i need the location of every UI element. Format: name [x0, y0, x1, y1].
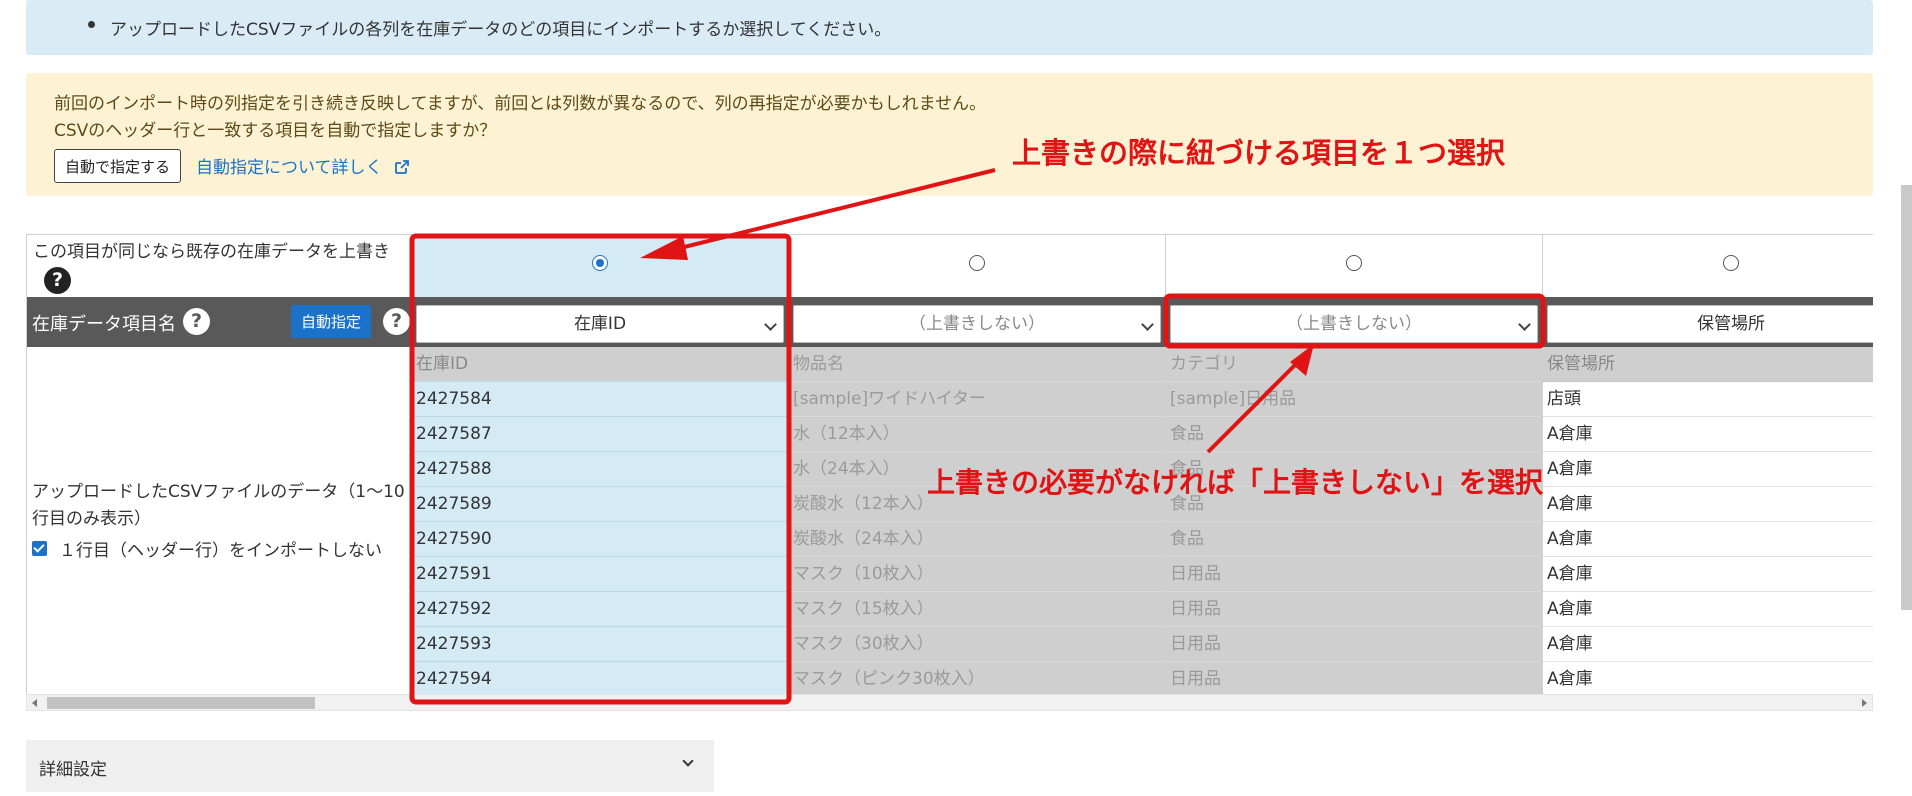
chevron-down-icon: [1141, 318, 1154, 331]
table-cell: 食品: [1166, 522, 1542, 557]
overwrite-radio[interactable]: [592, 255, 608, 271]
table-cell: マスク（ピンク30枚入）: [789, 662, 1165, 694]
overwrite-radio-cell[interactable]: [789, 235, 1165, 297]
table-cell: マスク（30枚入）: [789, 627, 1165, 662]
skip-header-checkbox-row[interactable]: １行目（ヘッダー行）をインポートしない: [32, 536, 382, 561]
annotation-select-one: 上書きの際に紐づける項目を１つ選択: [1012, 136, 1506, 170]
table-cell: 店頭: [1543, 382, 1873, 417]
item-select[interactable]: 在庫ID: [416, 305, 784, 343]
overwrite-radio[interactable]: [1723, 255, 1739, 271]
auto-assign-help-link[interactable]: 自動指定について詳しく: [196, 153, 410, 180]
table-cell: A倉庫: [1543, 627, 1873, 662]
table-cell: 2427587: [412, 417, 788, 452]
table-cell: A倉庫: [1543, 557, 1873, 592]
table-cell: A倉庫: [1543, 522, 1873, 557]
warning-line-1: 前回のインポート時の列指定を引き続き反映してますが、前回とは列数が異なるので、列…: [54, 94, 987, 114]
overwrite-label: この項目が同じなら既存の在庫データを上書き: [33, 242, 390, 262]
item-name-header: 在庫データ項目名 ? 自動指定 ?: [27, 297, 412, 347]
table-cell: マスク（15枚入）: [789, 592, 1165, 627]
auto-assign-button[interactable]: 自動で指定する: [54, 149, 181, 183]
info-text: アップロードしたCSVファイルの各列を在庫データのどの項目にインポートするか選択…: [110, 20, 892, 40]
item-select[interactable]: （上書きしない）: [1170, 305, 1538, 343]
table-cell: 2427592: [412, 592, 788, 627]
item-select[interactable]: （上書きしない）: [793, 305, 1161, 343]
table-cell: 物品名: [789, 347, 1165, 382]
table-cell: 2427594: [412, 662, 788, 694]
overwrite-radio-cell[interactable]: [1166, 235, 1542, 297]
item-select-value: （上書きしない）: [1286, 314, 1422, 334]
overwrite-radio[interactable]: [1346, 255, 1362, 271]
item-select-value: （上書きしない）: [909, 314, 1045, 334]
table-cell: カテゴリ: [1166, 347, 1542, 382]
table-cell: A倉庫: [1543, 452, 1873, 487]
table-cell: [sample]ワイドハイター: [789, 382, 1165, 417]
scrollbar-thumb[interactable]: [47, 697, 315, 709]
advanced-settings-title: 詳細設定: [39, 760, 107, 780]
mapping-column-1: 在庫ID 在庫ID 2427584 2427587 2427588 242758…: [411, 235, 788, 694]
table-cell: 保管場所: [1543, 347, 1873, 382]
external-link-icon: [394, 159, 410, 180]
table-cell: 2427589: [412, 487, 788, 522]
table-cell: A倉庫: [1543, 487, 1873, 522]
table-cell: A倉庫: [1543, 662, 1873, 694]
table-cell: A倉庫: [1543, 417, 1873, 452]
table-cell: マスク（10枚入）: [789, 557, 1165, 592]
table-cell: 2427591: [412, 557, 788, 592]
warning-line-2: CSVのヘッダー行と一致する項目を自動で指定しますか？: [54, 121, 497, 141]
item-select-value: 在庫ID: [573, 314, 627, 334]
auto-assign-help-link-text: 自動指定について詳しく: [196, 158, 383, 178]
table-cell: 2427590: [412, 522, 788, 557]
table-cell: 在庫ID: [412, 347, 788, 382]
annotation-no-overwrite: 上書きの必要がなければ「上書きしない」を選択: [927, 466, 1544, 499]
warning-message: 前回のインポート時の列指定を引き続き反映してますが、前回とは列数が異なるので、列…: [26, 73, 1873, 196]
info-message: アップロードしたCSVファイルの各列を在庫データのどの項目にインポートするか選択…: [26, 0, 1873, 55]
overwrite-radio-cell[interactable]: [412, 235, 788, 297]
scroll-right-icon[interactable]: [1862, 699, 1867, 707]
skip-header-checkbox[interactable]: [32, 541, 47, 556]
chevron-down-icon: [764, 318, 777, 331]
table-cell: 炭酸水（24本入）: [789, 522, 1165, 557]
question-icon[interactable]: ?: [383, 308, 410, 335]
chevron-down-icon: [682, 755, 694, 767]
auto-spec-button[interactable]: 自動指定: [291, 305, 371, 338]
advanced-settings-toggle[interactable]: 詳細設定: [26, 740, 714, 792]
row-label-column: この項目が同じなら既存の在庫データを上書き ? 在庫データ項目名 ? 自動指定 …: [26, 235, 412, 694]
table-cell: 日用品: [1166, 592, 1542, 627]
question-icon[interactable]: ?: [183, 308, 210, 335]
item-select[interactable]: 保管場所: [1547, 305, 1873, 343]
table-cell: 日用品: [1166, 662, 1542, 694]
scroll-left-icon[interactable]: [32, 699, 37, 707]
table-cell: 水（12本入）: [789, 417, 1165, 452]
table-cell: 2427584: [412, 382, 788, 417]
column-header: （上書きしない）: [789, 297, 1165, 347]
horizontal-scrollbar[interactable]: [26, 694, 1873, 711]
item-select-value: 保管場所: [1697, 314, 1765, 334]
table-cell: 2427588: [412, 452, 788, 487]
table-cell: 食品: [1166, 417, 1542, 452]
mapping-column-4: 保管場所 保管場所 店頭 A倉庫 A倉庫 A倉庫 A倉庫 A倉庫 A倉庫 A倉庫…: [1542, 235, 1873, 694]
column-header: 保管場所: [1543, 297, 1873, 347]
overwrite-radio[interactable]: [969, 255, 985, 271]
table-cell: A倉庫: [1543, 592, 1873, 627]
data-preview-label: アップロードしたCSVファイルのデータ（1〜10行目のみ表示）: [32, 482, 405, 529]
overwrite-radio-cell[interactable]: [1543, 235, 1873, 297]
page-scrollbar-thumb[interactable]: [1901, 185, 1912, 610]
table-cell: 日用品: [1166, 557, 1542, 592]
table-cell: 2427593: [412, 627, 788, 662]
skip-header-label: １行目（ヘッダー行）をインポートしない: [59, 541, 382, 561]
table-cell: 日用品: [1166, 627, 1542, 662]
item-name-label: 在庫データ項目名: [32, 314, 176, 335]
bullet-icon: [88, 21, 95, 28]
column-header: （上書きしない）: [1166, 297, 1542, 347]
question-icon[interactable]: ?: [44, 267, 71, 294]
table-cell: [sample]日用品: [1166, 382, 1542, 417]
chevron-down-icon: [1518, 318, 1531, 331]
column-header: 在庫ID: [412, 297, 788, 347]
